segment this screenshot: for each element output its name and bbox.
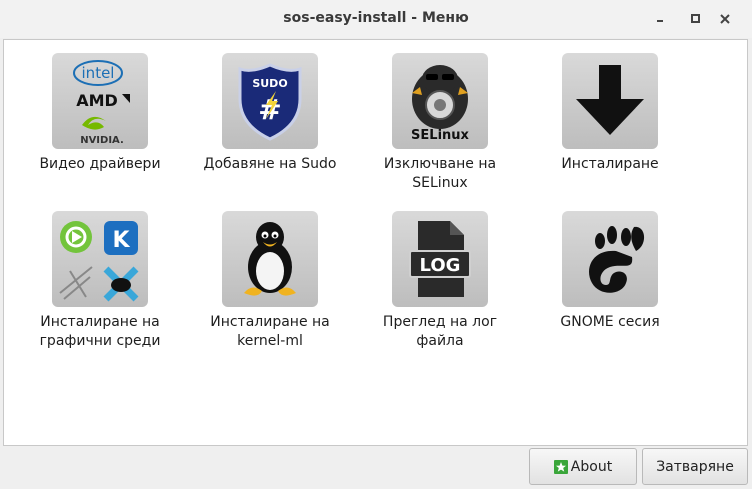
sudo-shield-icon: SUDO #	[222, 53, 318, 149]
selinux-penguin-icon: SELinux	[392, 53, 488, 149]
menu-item-label: Инсталиране на kernel-ml	[210, 314, 330, 349]
close-button[interactable]: Затваряне	[642, 448, 748, 485]
svg-text:SELinux: SELinux	[411, 128, 469, 143]
menu-item-label: Изключване на SELinux	[383, 156, 497, 191]
menu-item-label: GNOME сесия	[560, 314, 660, 330]
svg-text:AMD: AMD	[76, 91, 118, 110]
menu-item-install[interactable]: Инсталиране	[525, 53, 695, 174]
app-window: sos-easy-install - Меню intel AMD NVIDIA…	[0, 0, 752, 489]
close-icon[interactable]	[715, 9, 735, 29]
svg-text:SUDO: SUDO	[252, 77, 287, 90]
about-star-icon	[553, 459, 568, 474]
gnome-foot-icon	[562, 211, 658, 307]
close-button-label: Затваряне	[656, 458, 734, 475]
menu-panel: intel AMD NVIDIA. Видео драйвери SUDO # …	[3, 39, 748, 446]
menu-item-install-desktops[interactable]: K Инсталиране на графични среди	[15, 211, 185, 351]
desktop-environments-icon: K	[52, 211, 148, 307]
menu-item-add-sudo[interactable]: SUDO # Добавяне на Sudo	[185, 53, 355, 174]
menu-item-video-drivers[interactable]: intel AMD NVIDIA. Видео драйвери	[15, 53, 185, 174]
menu-item-view-log[interactable]: LOG Преглед на лог файла	[355, 211, 525, 351]
window-title: sos-easy-install - Меню	[283, 10, 469, 26]
svg-text:#: #	[258, 93, 281, 126]
svg-text:NVIDIA.: NVIDIA.	[80, 135, 124, 146]
about-button-label: About	[570, 458, 613, 475]
menu-item-disable-selinux[interactable]: SELinux Изключване на SELinux	[355, 53, 525, 193]
button-bar: About Затваряне	[0, 446, 752, 489]
tux-penguin-icon	[222, 211, 318, 307]
video-drivers-icon: intel AMD NVIDIA.	[52, 53, 148, 149]
svg-text:K: K	[112, 228, 130, 253]
menu-item-install-kernel-ml[interactable]: Инсталиране на kernel-ml	[185, 211, 355, 351]
maximize-icon[interactable]	[685, 9, 705, 29]
menu-item-label: Добавяне на Sudo	[203, 156, 337, 172]
minimize-icon[interactable]	[651, 9, 671, 29]
download-arrow-icon	[562, 53, 658, 149]
menu-item-label: Инсталиране	[561, 156, 659, 172]
menu-item-label: Преглед на лог файла	[382, 314, 498, 349]
svg-text:intel: intel	[82, 64, 115, 82]
about-button[interactable]: About	[529, 448, 637, 485]
menu-item-label: Видео драйвери	[39, 156, 161, 172]
log-file-icon: LOG	[392, 211, 488, 307]
svg-text:LOG: LOG	[420, 255, 461, 276]
title-bar[interactable]: sos-easy-install - Меню	[0, 0, 752, 38]
menu-item-gnome-session[interactable]: GNOME сесия	[525, 211, 695, 332]
menu-item-label: Инсталиране на графични среди	[39, 314, 161, 349]
